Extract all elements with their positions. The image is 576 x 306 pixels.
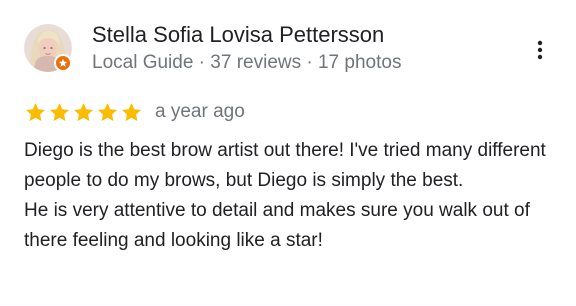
more-vert-icon	[537, 40, 543, 60]
author-avatar-container[interactable]	[24, 24, 72, 72]
author-name[interactable]: Stella Sofia Lovisa Pettersson	[92, 21, 384, 49]
review-paragraph: Diego is the best brow artist out there!…	[24, 140, 546, 191]
local-guide-star-icon	[58, 58, 68, 67]
star-icon	[122, 102, 141, 121]
review-paragraph: He is very attentive to detail and makes…	[24, 200, 530, 251]
review-text: Diego is the best brow artist out there!…	[24, 136, 560, 256]
star-icon	[98, 102, 117, 121]
review-card: Stella Sofia Lovisa Pettersson Local Gui…	[0, 0, 576, 306]
star-icon	[26, 102, 45, 121]
rating-row: a year ago	[24, 98, 245, 126]
star-rating	[24, 101, 143, 124]
review-date: a year ago	[155, 101, 245, 122]
author-meta[interactable]: Local Guide · 37 reviews · 17 photos	[92, 50, 401, 76]
more-options-button[interactable]	[526, 36, 554, 64]
star-icon	[50, 102, 69, 121]
star-icon	[74, 102, 93, 121]
local-guide-badge	[54, 54, 72, 72]
